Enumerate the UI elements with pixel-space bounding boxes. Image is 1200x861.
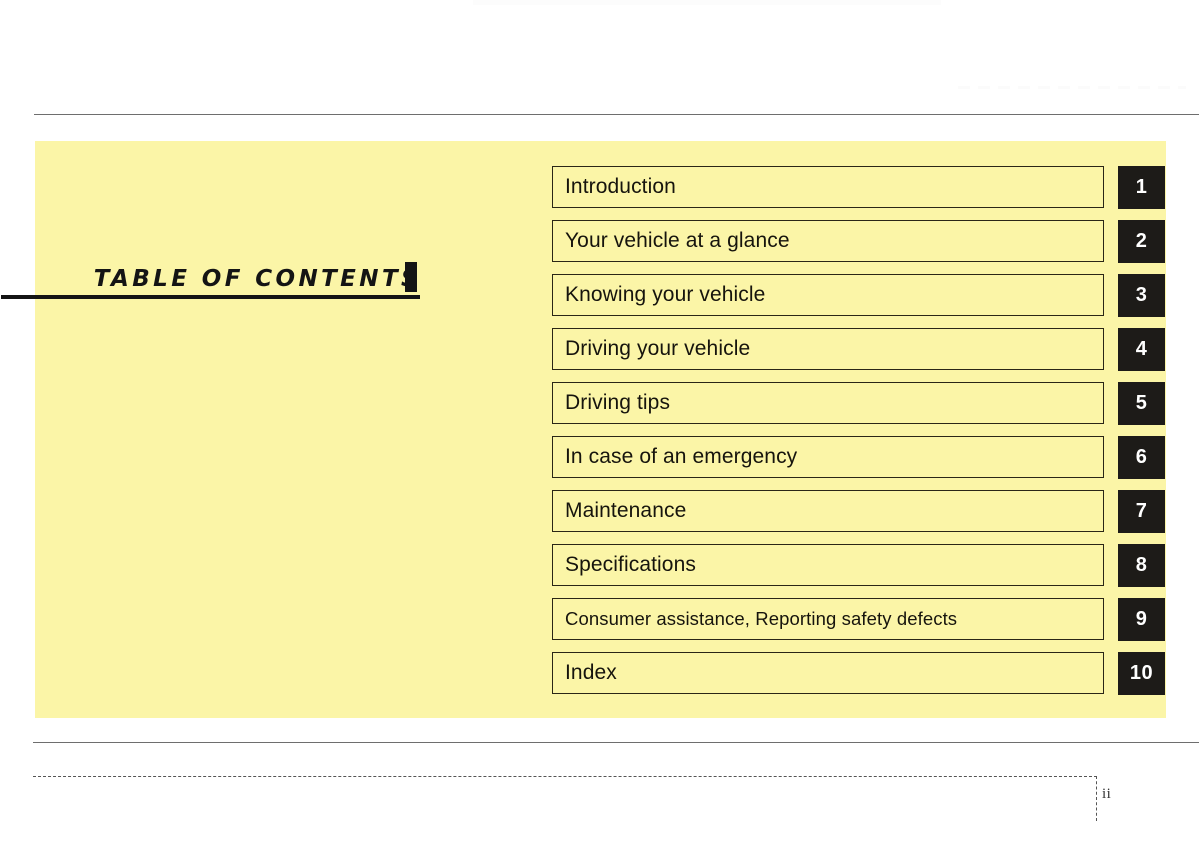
page-number: ii: [1102, 786, 1112, 802]
toc-entry-number[interactable]: 9: [1118, 598, 1165, 641]
toc-entry-number[interactable]: 5: [1118, 382, 1165, 425]
toc-entry-number[interactable]: 10: [1118, 652, 1165, 695]
toc-entry-box[interactable]: Consumer assistance, Reporting safety de…: [552, 598, 1104, 640]
toc-entry-box[interactable]: Your vehicle at a glance: [552, 220, 1104, 262]
table-of-contents-list: Introduction 1 Your vehicle at a glance …: [552, 166, 1166, 706]
footer-rule: [33, 742, 1199, 743]
list-item[interactable]: Driving your vehicle 4: [552, 328, 1166, 372]
page-title: TABLE OF CONTENTS: [1, 262, 421, 326]
toc-entry-label: Specifications: [565, 553, 696, 576]
toc-entry-box[interactable]: Specifications: [552, 544, 1104, 586]
toc-entry-number[interactable]: 1: [1118, 166, 1165, 209]
list-item[interactable]: Index 10: [552, 652, 1166, 696]
toc-entry-number[interactable]: 4: [1118, 328, 1165, 371]
toc-entry-number[interactable]: 7: [1118, 490, 1165, 533]
scan-artifact-dashes: [958, 86, 1186, 89]
list-item[interactable]: Maintenance 7: [552, 490, 1166, 534]
toc-entry-box[interactable]: Driving your vehicle: [552, 328, 1104, 370]
title-end-bar-icon: [405, 262, 417, 292]
toc-entry-number[interactable]: 8: [1118, 544, 1165, 587]
list-item[interactable]: Specifications 8: [552, 544, 1166, 588]
toc-entry-box[interactable]: In case of an emergency: [552, 436, 1104, 478]
toc-entry-number[interactable]: 2: [1118, 220, 1165, 263]
toc-entry-label: Maintenance: [565, 499, 687, 522]
list-item[interactable]: In case of an emergency 6: [552, 436, 1166, 480]
list-item[interactable]: Knowing your vehicle 3: [552, 274, 1166, 318]
list-item[interactable]: Your vehicle at a glance 2: [552, 220, 1166, 264]
toc-entry-box[interactable]: Driving tips: [552, 382, 1104, 424]
toc-entry-label: Consumer assistance, Reporting safety de…: [565, 608, 958, 629]
toc-entry-label: Driving your vehicle: [565, 337, 751, 360]
title-underline: [1, 295, 420, 299]
toc-entry-label: Introduction: [565, 175, 676, 198]
toc-entry-box[interactable]: Index: [552, 652, 1104, 694]
toc-entry-label: Knowing your vehicle: [565, 283, 766, 306]
list-item[interactable]: Consumer assistance, Reporting safety de…: [552, 598, 1166, 642]
trim-mark-horizontal: [33, 776, 1097, 777]
header-rule: [34, 114, 1199, 115]
page-title-text: TABLE OF CONTENTS: [93, 266, 421, 292]
toc-entry-label: Your vehicle at a glance: [565, 229, 790, 252]
trim-mark-vertical: [1096, 776, 1097, 821]
toc-entry-box[interactable]: Introduction: [552, 166, 1104, 208]
toc-entry-number[interactable]: 6: [1118, 436, 1165, 479]
list-item[interactable]: Driving tips 5: [552, 382, 1166, 426]
scan-artifact-top: [473, 0, 941, 5]
toc-entry-label: Driving tips: [565, 391, 671, 414]
list-item[interactable]: Introduction 1: [552, 166, 1166, 210]
toc-entry-number[interactable]: 3: [1118, 274, 1165, 317]
toc-entry-box[interactable]: Maintenance: [552, 490, 1104, 532]
toc-entry-label: In case of an emergency: [565, 445, 798, 468]
toc-entry-label: Index: [565, 661, 617, 684]
toc-entry-box[interactable]: Knowing your vehicle: [552, 274, 1104, 316]
